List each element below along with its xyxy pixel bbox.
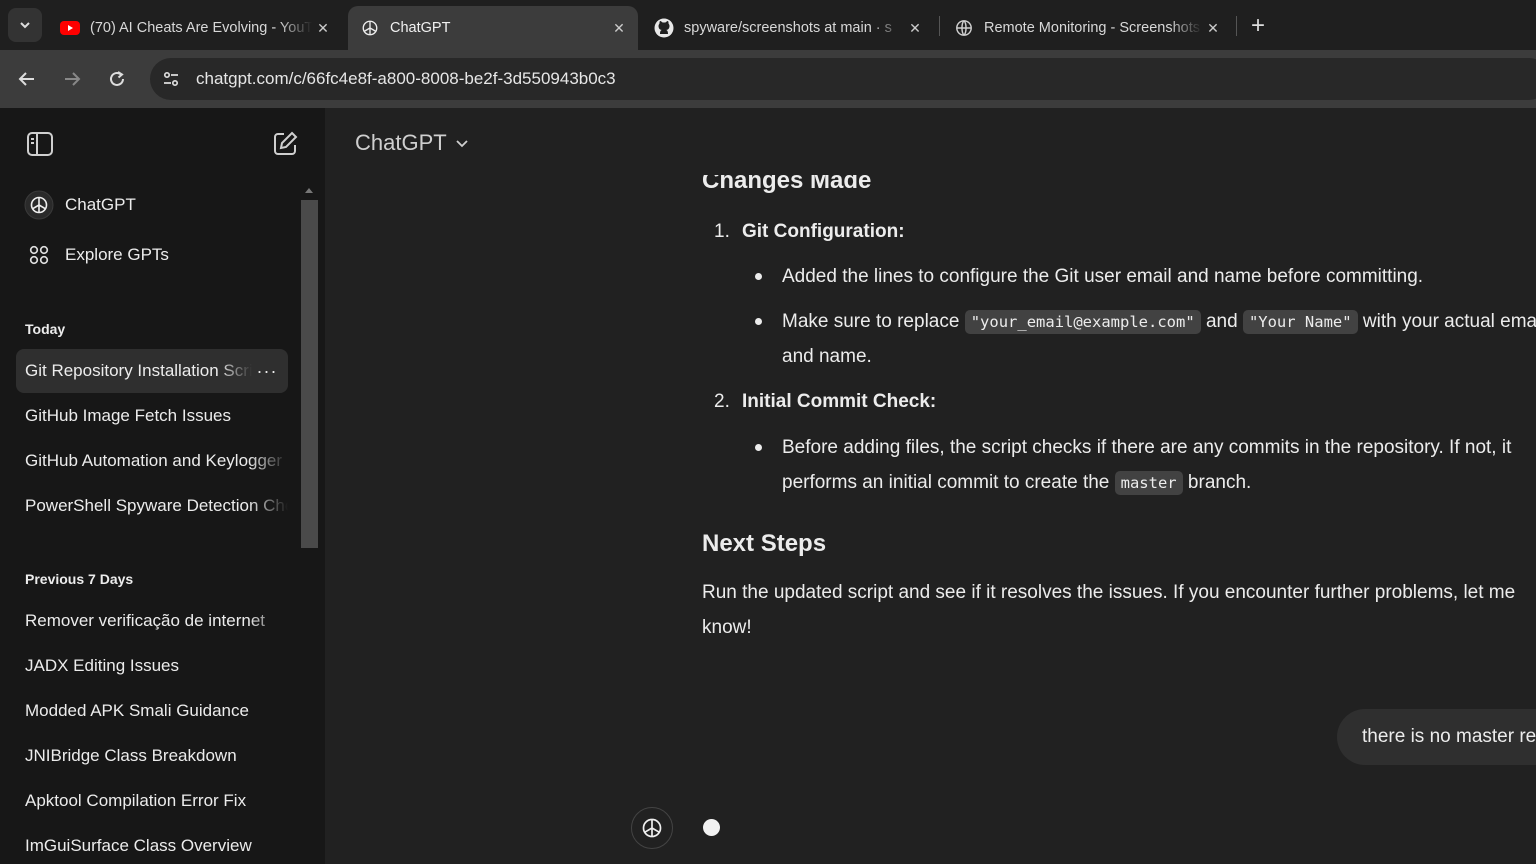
chevron-down-icon: [20, 22, 30, 29]
tab-search-button[interactable]: [8, 8, 42, 42]
close-icon[interactable]: ✕: [312, 17, 334, 39]
tab-title: ChatGPT: [390, 20, 451, 36]
grid-icon: [23, 239, 55, 271]
sidebar: ChatGPT Explore GPTs Today Git Repositor…: [0, 108, 325, 864]
paragraph-text: know!: [702, 617, 752, 638]
bullet-dot: [755, 273, 762, 280]
model-selector[interactable]: ChatGPT: [355, 130, 469, 156]
tab-divider: [1236, 16, 1237, 36]
conversation-label: Modded APK Smali Guidance: [25, 701, 249, 720]
sidebar-item-explore-gpts[interactable]: Explore GPTs: [16, 234, 288, 276]
conversation-label: Apktool Compilation Error Fix: [25, 791, 247, 810]
bullet-text: Make sure to replace "your_email@example…: [782, 304, 1536, 340]
conversation-label: JADX Editing Issues: [25, 656, 180, 675]
close-icon[interactable]: ✕: [904, 17, 926, 39]
site-settings-icon[interactable]: [156, 64, 186, 94]
text-segment: branch.: [1187, 472, 1252, 493]
sidebar-toggle-icon[interactable]: [24, 128, 56, 160]
inline-code: "your_email@example.com": [964, 310, 1201, 334]
list-number: 2.: [714, 391, 730, 412]
section-title-today: Today: [25, 321, 66, 337]
bullet-dot: [755, 444, 762, 451]
text-segment: Make sure to replace: [782, 311, 960, 332]
address-bar[interactable]: chatgpt.com/c/66fc4e8f-a800-8008-be2f-3d…: [150, 58, 1536, 100]
section-title-previous-7-days: Previous 7 Days: [25, 571, 134, 587]
arrow-right-icon: [65, 72, 81, 86]
text-segment: with your actual email: [1362, 311, 1536, 332]
conversation-label: Git Repository Installation Script: [25, 361, 252, 380]
text-segment: and: [1205, 311, 1238, 332]
conversation-label: GitHub Image Fetch Issues: [25, 406, 231, 425]
chat-main: ChatGPT Changes Made 1. Git Configuratio…: [325, 108, 1536, 864]
conversation-label: JNIBridge Class Breakdown: [25, 746, 237, 765]
user-message-bubble: there is no master repo: [1337, 709, 1536, 765]
model-name: ChatGPT: [355, 130, 447, 155]
tab-title: spyware/screenshots at main · s: [684, 20, 892, 36]
conversation-item[interactable]: GitHub Automation and Keylogger: [16, 439, 288, 483]
chatgpt-icon: [23, 189, 55, 221]
sidebar-scrollbar[interactable]: [301, 200, 318, 548]
bullet-dot: [755, 318, 762, 325]
conversation-item[interactable]: JADX Editing Issues: [16, 644, 288, 688]
plus-icon: +: [1250, 12, 1265, 39]
list-item-title: Git Configuration:: [742, 221, 905, 242]
chatgpt-icon: [631, 807, 673, 849]
tab-title: Remote Monitoring - Screenshots: [984, 20, 1200, 36]
user-message-text: there is no master repo: [1362, 726, 1536, 747]
conversation-label: ImGuiSurface Class Overview: [25, 836, 252, 855]
typing-indicator: [703, 819, 720, 836]
tab-strip: (70) AI Cheats Are Evolving - YouTube ✕ …: [0, 0, 1536, 50]
bullet-text: Added the lines to configure the Git use…: [782, 266, 1424, 287]
sidebar-item-label: ChatGPT: [65, 195, 136, 214]
scroll-up-arrow-icon[interactable]: [305, 188, 313, 193]
heading-next-steps: Next Steps: [702, 530, 827, 557]
new-tab-button[interactable]: +: [1244, 12, 1272, 40]
conversation-item[interactable]: PowerShell Spyware Detection Check: [16, 484, 288, 528]
bullet-text-continued: and name.: [782, 346, 872, 367]
tab-divider: [939, 16, 940, 36]
conversation-item[interactable]: ImGuiSurface Class Overview: [16, 824, 288, 864]
list-number: 1.: [714, 221, 730, 242]
conversation-item[interactable]: JNIBridge Class Breakdown: [16, 734, 288, 778]
reload-icon: [110, 71, 124, 86]
close-icon[interactable]: ✕: [608, 17, 630, 39]
new-chat-icon[interactable]: [269, 128, 301, 160]
url-text: chatgpt.com/c/66fc4e8f-a800-8008-be2f-3d…: [196, 69, 616, 88]
conversation-item[interactable]: Git Repository Installation Script ···: [16, 349, 288, 393]
more-options-icon[interactable]: ···: [252, 361, 282, 382]
forward-button[interactable]: [55, 62, 89, 96]
inline-code: "Your Name": [1242, 310, 1358, 334]
bullet-text: Before adding files, the script checks i…: [782, 437, 1512, 458]
inline-code: master: [1114, 471, 1183, 495]
github-icon: [654, 18, 674, 38]
conversation-item[interactable]: Remover verificação de internet: [16, 599, 288, 643]
heading-changes-made: Changes Made: [702, 167, 872, 194]
chevron-down-icon: [456, 140, 468, 148]
tab-chatgpt[interactable]: ChatGPT ✕: [348, 6, 638, 50]
conversation-label: GitHub Automation and Keylogger: [25, 451, 283, 470]
tab-remote-monitoring[interactable]: Remote Monitoring - Screenshots ✕: [942, 6, 1232, 50]
text-segment: performs an initial commit to create the: [782, 472, 1110, 493]
close-icon[interactable]: ✕: [1202, 17, 1224, 39]
chatgpt-icon: [360, 18, 380, 38]
conversation-item[interactable]: GitHub Image Fetch Issues: [16, 394, 288, 438]
conversation-label: PowerShell Spyware Detection Check: [25, 496, 288, 515]
tab-github[interactable]: spyware/screenshots at main · s ✕: [642, 6, 934, 50]
sidebar-item-chatgpt[interactable]: ChatGPT: [16, 184, 288, 226]
conversation-item[interactable]: Modded APK Smali Guidance: [16, 689, 288, 733]
browser-toolbar: chatgpt.com/c/66fc4e8f-a800-8008-be2f-3d…: [0, 50, 1536, 108]
youtube-icon: [60, 18, 80, 38]
bullet-text-continued: performs an initial commit to create the…: [782, 465, 1251, 501]
reload-button[interactable]: [100, 62, 134, 96]
list-item-title: Initial Commit Check:: [742, 391, 937, 412]
globe-icon: [954, 18, 974, 38]
conversation-label: Remover verificação de internet: [25, 611, 266, 630]
arrow-left-icon: [18, 72, 34, 86]
back-button[interactable]: [10, 62, 44, 96]
conversation-item[interactable]: Apktool Compilation Error Fix: [16, 779, 288, 823]
tab-youtube[interactable]: (70) AI Cheats Are Evolving - YouTube ✕: [48, 6, 342, 50]
tab-title: (70) AI Cheats Are Evolving - YouTube: [90, 20, 312, 36]
sidebar-item-label: Explore GPTs: [65, 245, 169, 264]
paragraph-text: Run the updated script and see if it res…: [702, 582, 1516, 603]
